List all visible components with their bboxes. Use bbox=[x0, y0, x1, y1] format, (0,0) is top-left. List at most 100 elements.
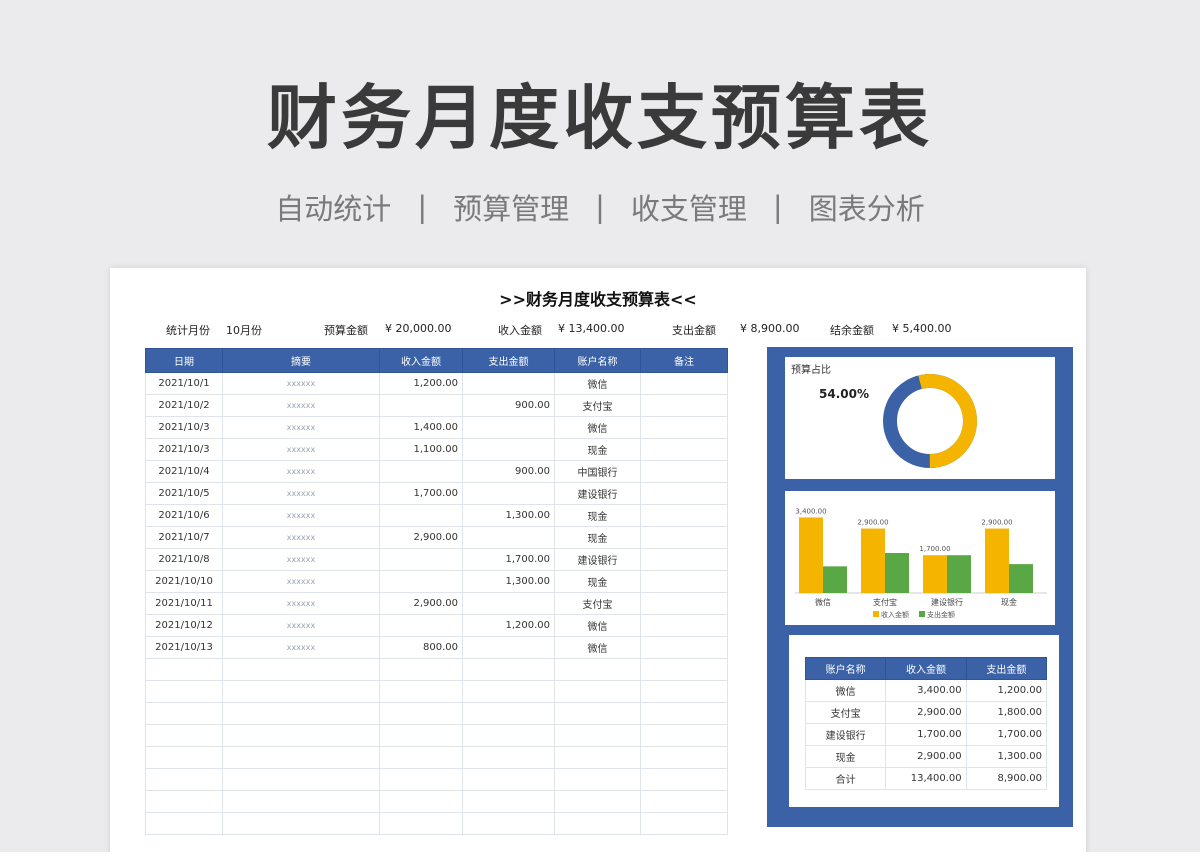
ledger-cell-note bbox=[641, 615, 728, 637]
ledger-cell-expense bbox=[463, 483, 555, 505]
table-row: 微信3,400.001,200.00 bbox=[806, 680, 1047, 702]
empty-cell bbox=[463, 725, 555, 747]
ledger-cell-account: 现金 bbox=[555, 571, 641, 593]
empty-cell bbox=[223, 769, 380, 791]
ledger-cell-account: 微信 bbox=[555, 417, 641, 439]
ledger-cell-summary: xxxxxx bbox=[223, 637, 380, 659]
ledger-cell-account: 现金 bbox=[555, 439, 641, 461]
column-header: 摘要 bbox=[223, 349, 380, 373]
empty-cell bbox=[555, 681, 641, 703]
page-title: 财务月度收支预算表 bbox=[0, 62, 1200, 163]
empty-cell bbox=[223, 747, 380, 769]
empty-cell bbox=[146, 659, 223, 681]
ledger-cell-account: 微信 bbox=[555, 615, 641, 637]
ledger-cell-summary: xxxxxx bbox=[223, 395, 380, 417]
empty-cell bbox=[555, 791, 641, 813]
ledger-cell-account: 现金 bbox=[555, 505, 641, 527]
empty-row bbox=[146, 813, 728, 835]
ledger-cell-income: 800.00 bbox=[380, 637, 463, 659]
ledger-cell-note bbox=[641, 527, 728, 549]
ledger-cell-date: 2021/10/3 bbox=[146, 439, 223, 461]
account-cell-expense: 1,300.00 bbox=[966, 746, 1046, 768]
ledger-cell-date: 2021/10/8 bbox=[146, 549, 223, 571]
table-row: 2021/10/5xxxxxx1,700.00建设银行 bbox=[146, 483, 728, 505]
column-header: 日期 bbox=[146, 349, 223, 373]
ledger-cell-note bbox=[641, 439, 728, 461]
ledger-cell-note bbox=[641, 483, 728, 505]
table-row: 2021/10/13xxxxxx800.00微信 bbox=[146, 637, 728, 659]
account-cell-income: 2,900.00 bbox=[886, 702, 966, 724]
empty-row bbox=[146, 769, 728, 791]
empty-cell bbox=[146, 813, 223, 835]
bar-income bbox=[799, 517, 823, 593]
account-cell-name: 现金 bbox=[806, 746, 886, 768]
table-row: 2021/10/3xxxxxx1,100.00现金 bbox=[146, 439, 728, 461]
table-row: 2021/10/10xxxxxx1,300.00现金 bbox=[146, 571, 728, 593]
empty-row bbox=[146, 659, 728, 681]
table-row: 2021/10/12xxxxxx1,200.00微信 bbox=[146, 615, 728, 637]
bar-expense bbox=[885, 553, 909, 593]
account-cell-name: 支付宝 bbox=[806, 702, 886, 724]
empty-cell bbox=[223, 703, 380, 725]
table-row: 2021/10/3xxxxxx1,400.00微信 bbox=[146, 417, 728, 439]
ledger-cell-date: 2021/10/12 bbox=[146, 615, 223, 637]
ledger-cell-date: 2021/10/6 bbox=[146, 505, 223, 527]
column-header: 支出金额 bbox=[463, 349, 555, 373]
empty-cell bbox=[223, 659, 380, 681]
ledger-cell-account: 微信 bbox=[555, 373, 641, 395]
ledger-cell-summary: xxxxxx bbox=[223, 483, 380, 505]
empty-cell bbox=[555, 747, 641, 769]
dashboard-panel: 预算占比 54.00% 3,400.00微信2,900.00支付宝1,700.0… bbox=[767, 347, 1073, 827]
ledger-cell-date: 2021/10/3 bbox=[146, 417, 223, 439]
empty-row bbox=[146, 791, 728, 813]
empty-cell bbox=[641, 813, 728, 835]
empty-cell bbox=[380, 813, 463, 835]
ledger-cell-date: 2021/10/5 bbox=[146, 483, 223, 505]
budget-ratio-percent: 54.00% bbox=[819, 387, 869, 401]
ledger-cell-note bbox=[641, 549, 728, 571]
bar-income bbox=[923, 555, 947, 593]
ledger-cell-account: 支付宝 bbox=[555, 593, 641, 615]
ledger-cell-note bbox=[641, 637, 728, 659]
empty-cell bbox=[463, 659, 555, 681]
expense-value: ¥ 8,900.00 bbox=[740, 322, 799, 335]
budget-ratio-card: 预算占比 54.00% bbox=[785, 357, 1055, 479]
ledger-cell-date: 2021/10/4 bbox=[146, 461, 223, 483]
ledger-cell-income bbox=[380, 615, 463, 637]
ledger-cell-summary: xxxxxx bbox=[223, 593, 380, 615]
legend-swatch bbox=[873, 611, 879, 617]
empty-cell bbox=[146, 681, 223, 703]
column-header: 收入金额 bbox=[380, 349, 463, 373]
account-cell-expense: 8,900.00 bbox=[966, 768, 1046, 790]
empty-cell bbox=[555, 703, 641, 725]
ledger-cell-expense: 1,700.00 bbox=[463, 549, 555, 571]
account-summary-table: 账户名称 收入金额 支出金额 微信3,400.001,200.00支付宝2,90… bbox=[805, 657, 1047, 790]
legend-swatch bbox=[919, 611, 925, 617]
budget-value: ¥ 20,000.00 bbox=[385, 322, 451, 335]
bar-expense bbox=[823, 566, 847, 593]
ledger-cell-income bbox=[380, 571, 463, 593]
table-row: 合计13,400.008,900.00 bbox=[806, 768, 1047, 790]
category-label: 支付宝 bbox=[873, 597, 897, 607]
empty-cell bbox=[555, 813, 641, 835]
empty-cell bbox=[555, 769, 641, 791]
ledger-cell-note bbox=[641, 593, 728, 615]
balance-value: ¥ 5,400.00 bbox=[892, 322, 951, 335]
feature-item: 预算管理 bbox=[449, 186, 573, 228]
table-row: 2021/10/1xxxxxx1,200.00微信 bbox=[146, 373, 728, 395]
table-row: 2021/10/8xxxxxx1,700.00建设银行 bbox=[146, 549, 728, 571]
empty-row bbox=[146, 703, 728, 725]
ledger-cell-income: 2,900.00 bbox=[380, 593, 463, 615]
empty-cell bbox=[380, 681, 463, 703]
feature-item: 收支管理 bbox=[627, 186, 751, 228]
ledger-cell-expense: 1,300.00 bbox=[463, 571, 555, 593]
account-cell-expense: 1,200.00 bbox=[966, 680, 1046, 702]
ledger-cell-summary: xxxxxx bbox=[223, 571, 380, 593]
ledger-cell-expense bbox=[463, 637, 555, 659]
account-cell-income: 2,900.00 bbox=[886, 746, 966, 768]
empty-cell bbox=[146, 703, 223, 725]
empty-cell bbox=[463, 791, 555, 813]
feature-separator: | bbox=[573, 190, 627, 224]
ledger-header-row: 日期 摘要 收入金额 支出金额 账户名称 备注 bbox=[146, 349, 728, 373]
table-row: 2021/10/11xxxxxx2,900.00支付宝 bbox=[146, 593, 728, 615]
